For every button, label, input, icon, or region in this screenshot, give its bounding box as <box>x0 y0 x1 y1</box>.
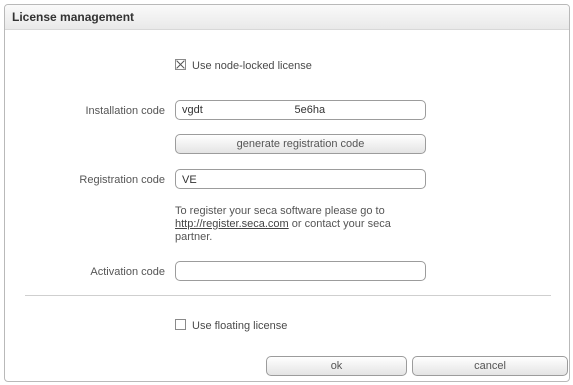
license-dialog: License management Use node-locked licen… <box>4 4 570 382</box>
node-locked-option[interactable]: Use node-locked license <box>175 59 312 72</box>
ok-button[interactable]: ok <box>266 356 407 376</box>
cancel-button[interactable]: cancel <box>412 356 568 376</box>
node-locked-checkbox[interactable] <box>175 59 186 70</box>
dialog-title: License management <box>5 5 569 30</box>
node-locked-label: Use node-locked license <box>192 60 312 72</box>
installation-code-label: Installation code <box>85 105 166 117</box>
divider <box>25 295 551 296</box>
installation-code-field[interactable] <box>175 100 426 120</box>
registration-info-text: To register your seca software please go… <box>175 205 405 244</box>
floating-license-label: Use floating license <box>192 320 288 332</box>
generate-registration-code-button[interactable]: generate registration code <box>175 134 426 154</box>
info-text-before: To register your seca software please go… <box>175 205 385 217</box>
floating-license-checkbox[interactable] <box>175 319 186 330</box>
activation-code-field[interactable] <box>175 261 426 281</box>
registration-code-label: Registration code <box>79 174 165 186</box>
activation-code-label: Activation code <box>90 266 165 278</box>
register-link[interactable]: http://register.seca.com <box>175 218 289 230</box>
floating-license-option[interactable]: Use floating license <box>175 319 287 332</box>
registration-code-field[interactable] <box>175 169 426 189</box>
